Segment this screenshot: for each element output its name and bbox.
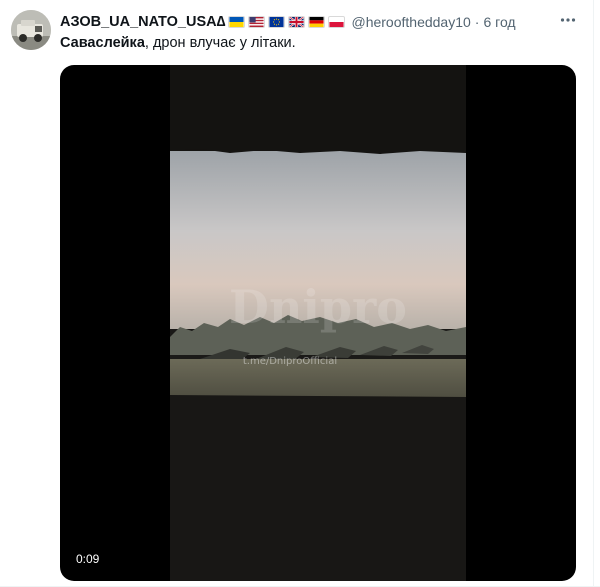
avatar[interactable] bbox=[11, 10, 51, 50]
ukraine-flag-icon bbox=[228, 16, 246, 28]
tweet-time[interactable]: 6 год bbox=[483, 14, 515, 30]
video-player[interactable]: Dnipro t.me/DniproOfficial 0:09 bbox=[60, 65, 576, 581]
separator-dot: · bbox=[474, 14, 480, 30]
user-handle[interactable]: @heroofthedday10 bbox=[351, 14, 470, 30]
tweet-text-body: , дрон влучає у літаки. bbox=[144, 35, 296, 51]
usa-flag-icon bbox=[248, 16, 266, 28]
germany-flag-icon bbox=[308, 16, 326, 28]
display-name[interactable]: АЗОВ_UA_NATO_USA∆ bbox=[60, 14, 225, 30]
flag-emojis bbox=[228, 16, 348, 28]
timeline-divider bbox=[593, 0, 594, 587]
avatar-image bbox=[11, 10, 51, 50]
watermark-logo: Dnipro bbox=[229, 280, 407, 334]
uk-flag-icon bbox=[288, 16, 306, 28]
video-still: Dnipro t.me/DniproOfficial bbox=[170, 65, 466, 581]
poland-flag-icon bbox=[328, 16, 346, 28]
watermark-text: t.me/DniproOfficial bbox=[243, 356, 337, 367]
video-frame: Dnipro t.me/DniproOfficial bbox=[170, 65, 466, 581]
tweet-text: Саваслейка, дрон влучає у літаки. bbox=[60, 35, 296, 51]
tweet-text-hashtag-location[interactable]: Саваслейка bbox=[60, 35, 145, 51]
video-duration: 0:09 bbox=[76, 552, 100, 566]
more-icon bbox=[560, 18, 576, 22]
more-options-button[interactable] bbox=[558, 10, 578, 30]
eu-flag-icon bbox=[268, 16, 286, 28]
tweet-header: АЗОВ_UA_NATO_USA∆ @heroofthedday10 · 6 г… bbox=[60, 12, 516, 32]
